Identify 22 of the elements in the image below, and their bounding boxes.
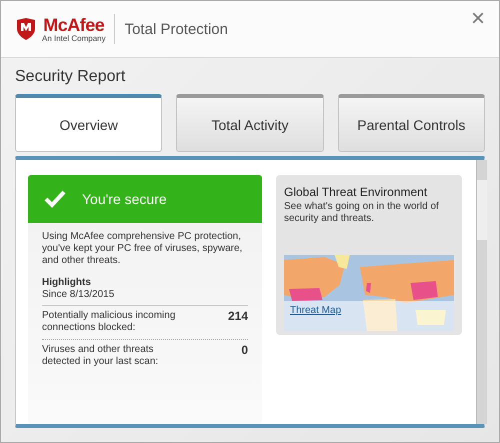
scrollbar[interactable] xyxy=(476,160,487,424)
highlights-date: Since 8/13/2015 xyxy=(42,289,248,306)
checkmark-icon xyxy=(44,190,66,208)
tab[interactable]: Parental Controls xyxy=(338,94,485,152)
stat-value: 214 xyxy=(228,310,248,325)
tab[interactable]: Total Activity xyxy=(176,94,324,152)
shield-logo-icon xyxy=(16,18,36,40)
brand-name: McAfee xyxy=(43,16,104,34)
status-description: Using McAfee comprehensive PC protection, you've kept your PC free of viruses, spyware, and other threats. xyxy=(42,231,244,267)
stat-value: 0 xyxy=(241,344,248,359)
close-button[interactable]: × xyxy=(464,5,491,33)
page-title: Security Report xyxy=(15,68,126,86)
threat-description: See what's going on in the world of security and threats. xyxy=(284,201,440,225)
brand-tagline: An Intel Company xyxy=(42,34,106,42)
threat-map-link[interactable]: Threat Map xyxy=(290,305,342,316)
stat-label: Potentially malicious incoming connections blocked: xyxy=(42,310,176,334)
tab[interactable]: Overview xyxy=(15,94,162,152)
status-text: You're secure xyxy=(82,191,167,207)
stat-label: Viruses and other threats detected in your last scan: xyxy=(42,344,160,368)
product-title: Total Protection xyxy=(124,20,228,38)
highlights-title: Highlights xyxy=(42,277,92,289)
threat-title: Global Threat Environment xyxy=(284,185,428,199)
